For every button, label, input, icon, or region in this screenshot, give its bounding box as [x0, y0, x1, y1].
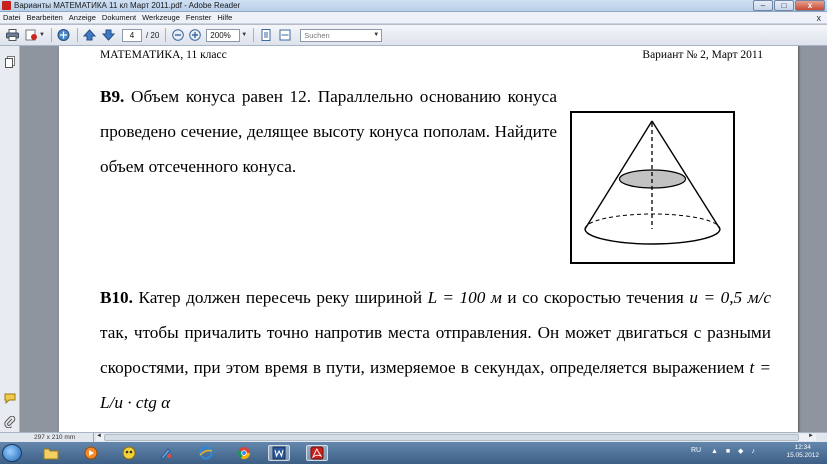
toolbar-separator	[76, 28, 78, 42]
adobe-reader-icon[interactable]	[306, 445, 328, 461]
zoom-out-icon[interactable]	[171, 28, 185, 42]
clock[interactable]: 12:34 15.05.2012	[786, 444, 819, 460]
toolbar-separator	[50, 28, 52, 42]
chrome-icon[interactable]	[233, 445, 255, 461]
fit-page-icon[interactable]	[259, 28, 273, 42]
page-header-subject: МАТЕМАТИКА, 11 класс	[100, 49, 227, 61]
scroll-left-icon[interactable]: ◄	[96, 433, 102, 439]
menu-datei[interactable]: Datei	[0, 12, 24, 24]
page-size-indicator[interactable]: 297 x 210 mm	[34, 433, 94, 442]
close-button[interactable]: x	[795, 0, 825, 11]
create-pdf-icon[interactable]	[24, 28, 38, 42]
chevron-down-icon[interactable]: ▼	[373, 30, 379, 41]
adobe-reader-window: Варианты МАТЕМАТИКА 11 кл Март 2011.pdf …	[0, 0, 827, 464]
page-number-input[interactable]: 4	[121, 28, 142, 42]
scroll-right-icon[interactable]: ►	[808, 433, 814, 439]
close-document-button[interactable]: x	[817, 12, 822, 24]
page-total: / 20	[145, 30, 160, 40]
title-bar: Варианты МАТЕМАТИКА 11 кл Март 2011.pdf …	[0, 0, 827, 12]
problem-b10: В10. Катер должен пересечь реку шириной …	[100, 280, 771, 420]
collaborate-icon[interactable]	[57, 28, 71, 42]
problem-b9: В9. Объем конуса равен 12. Параллельно о…	[100, 79, 557, 184]
next-page-icon[interactable]	[102, 28, 116, 42]
paint-icon[interactable]	[155, 445, 177, 461]
system-tray: RU ▲ ■ ◆ ♪ 12:34 15.05.2012	[677, 442, 827, 464]
document-viewport[interactable]: МАТЕМАТИКА, 11 класс Вариант № 2, Март 2…	[20, 46, 827, 432]
menu-dokument[interactable]: Dokument	[99, 12, 139, 24]
clock-time: 12:34	[794, 444, 811, 451]
zoom-in-icon[interactable]	[188, 28, 202, 42]
problem-b10-text-2: и со скоростью течения	[507, 288, 684, 307]
formula-L: L = 100 м	[427, 288, 502, 307]
menu-werkzeuge[interactable]: Werkzeuge	[139, 12, 183, 24]
start-button[interactable]	[2, 444, 22, 462]
chevron-down-icon[interactable]: ▼	[39, 32, 45, 38]
horizontal-scrollbar[interactable]: ◄ ►	[96, 433, 816, 441]
menu-hilfe[interactable]: Hilfe	[214, 12, 235, 24]
search-placeholder: Suchen	[304, 30, 330, 40]
media-icon[interactable]	[80, 445, 102, 461]
clock-date: 15.05.2012	[786, 452, 819, 459]
language-indicator[interactable]: RU	[691, 447, 701, 454]
menu-anzeige[interactable]: Anzeige	[66, 12, 99, 24]
zoom-level-select[interactable]: 200%	[206, 28, 241, 42]
window-title: Варианты МАТЕМАТИКА 11 кл Март 2011.pdf …	[14, 0, 241, 10]
taskbar: RU ▲ ■ ◆ ♪ 12:34 15.05.2012	[0, 442, 827, 464]
menu-bearbeiten[interactable]: Bearbeiten	[24, 12, 66, 24]
gimp-icon[interactable]	[118, 445, 140, 461]
toolbar-separator	[165, 28, 167, 42]
explorer-icon[interactable]	[40, 445, 62, 461]
toolbar: ▼ 4 / 20 200% ▼ Suchen ▼	[0, 25, 827, 46]
problem-b10-label: В10.	[100, 288, 133, 307]
pages-thumbnail-icon[interactable]	[4, 56, 16, 68]
pdf-page: МАТЕМАТИКА, 11 класс Вариант № 2, Март 2…	[59, 46, 798, 432]
problem-b9-label: В9.	[100, 87, 125, 106]
attachment-icon[interactable]	[4, 415, 16, 429]
chevron-down-icon[interactable]: ▼	[241, 32, 247, 38]
word-icon[interactable]	[268, 445, 290, 461]
problem-b10-text-3: так, чтобы причалить точно напротив мест…	[100, 323, 771, 377]
toolbar-separator	[253, 28, 255, 42]
navigation-panel	[0, 46, 20, 433]
scrollbar-thumb[interactable]	[104, 434, 799, 441]
comment-icon[interactable]	[4, 392, 16, 405]
problem-b10-text-1: Катер должен пересечь реку шириной	[138, 288, 423, 307]
maximize-button[interactable]: □	[774, 0, 794, 11]
status-bar: 297 x 210 mm ◄ ►	[0, 432, 827, 442]
page-header-variant: Вариант № 2, Март 2011	[642, 49, 763, 61]
menu-bar: Datei Bearbeiten Anzeige Dokument Werkze…	[0, 12, 827, 24]
minimize-button[interactable]: –	[753, 0, 773, 11]
search-input[interactable]: Suchen ▼	[300, 28, 383, 42]
previous-page-icon[interactable]	[83, 28, 97, 42]
fit-width-icon[interactable]	[278, 28, 292, 42]
print-icon[interactable]	[5, 28, 19, 42]
cone-figure	[570, 111, 735, 264]
formula-u: u = 0,5 м/с	[689, 288, 772, 307]
menu-fenster[interactable]: Fenster	[183, 12, 214, 24]
ie-icon[interactable]	[195, 445, 217, 461]
adobe-reader-app-icon	[2, 1, 11, 10]
problem-b9-text: Объем конуса равен 12. Параллельно основ…	[100, 87, 557, 176]
tray-icons[interactable]: ▲ ■ ◆ ♪	[711, 447, 758, 455]
window-controls: – □ x	[752, 0, 825, 12]
